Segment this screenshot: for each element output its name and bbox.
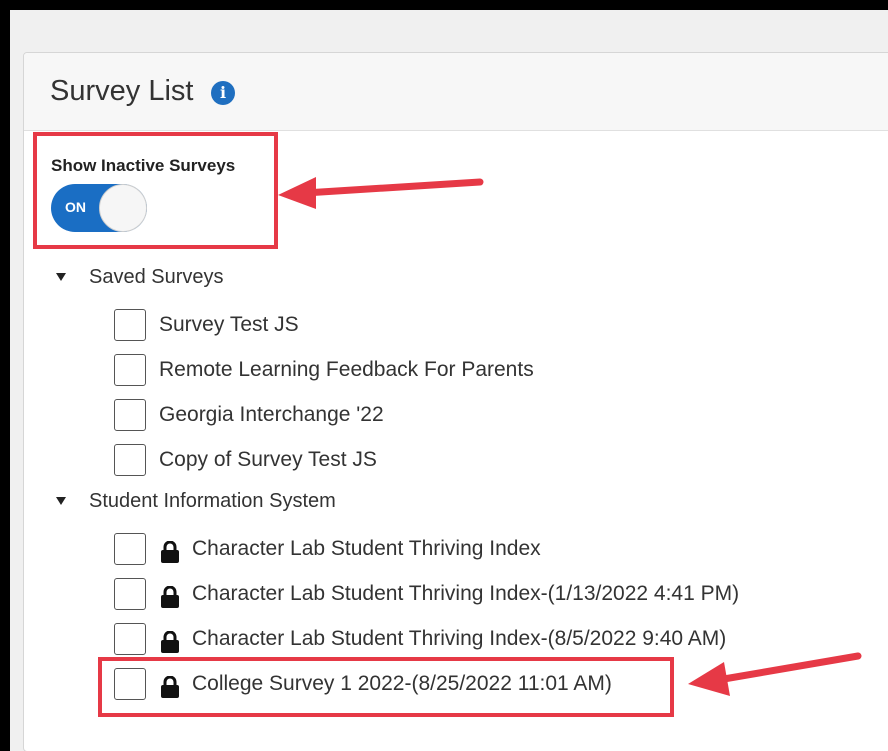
annotation-arrow-icon <box>278 177 484 209</box>
group-label: Saved Surveys <box>89 266 224 288</box>
lock-icon <box>161 541 179 563</box>
info-icon[interactable]: i <box>211 81 235 105</box>
caret-down-icon[interactable] <box>56 273 66 281</box>
annotation-arrow-icon <box>688 652 862 696</box>
checkbox[interactable] <box>114 623 146 655</box>
annotation-highlight-item <box>98 657 674 717</box>
lock-icon <box>161 631 179 653</box>
panel-header: Survey List i <box>24 53 888 131</box>
item-label: Survey Test JS <box>159 313 299 336</box>
checkbox[interactable] <box>114 354 146 386</box>
item-label: Georgia Interchange '22 <box>159 403 384 426</box>
checkbox[interactable] <box>114 533 146 565</box>
checkbox[interactable] <box>114 578 146 610</box>
item-label: Copy of Survey Test JS <box>159 448 377 471</box>
checkbox[interactable] <box>114 309 146 341</box>
item-label: Character Lab Student Thriving Index-(1/… <box>192 582 740 605</box>
checkbox[interactable] <box>114 444 146 476</box>
item-label: Character Lab Student Thriving Index-(8/… <box>192 627 727 650</box>
lock-icon <box>161 586 179 608</box>
checkbox[interactable] <box>114 399 146 431</box>
item-label: Remote Learning Feedback For Parents <box>159 358 534 381</box>
caret-down-icon[interactable] <box>56 497 66 505</box>
group-label: Student Information System <box>89 490 336 512</box>
annotation-highlight-toggle <box>33 132 278 249</box>
item-label: Character Lab Student Thriving Index <box>192 537 541 560</box>
page-title: Survey List <box>50 75 194 107</box>
